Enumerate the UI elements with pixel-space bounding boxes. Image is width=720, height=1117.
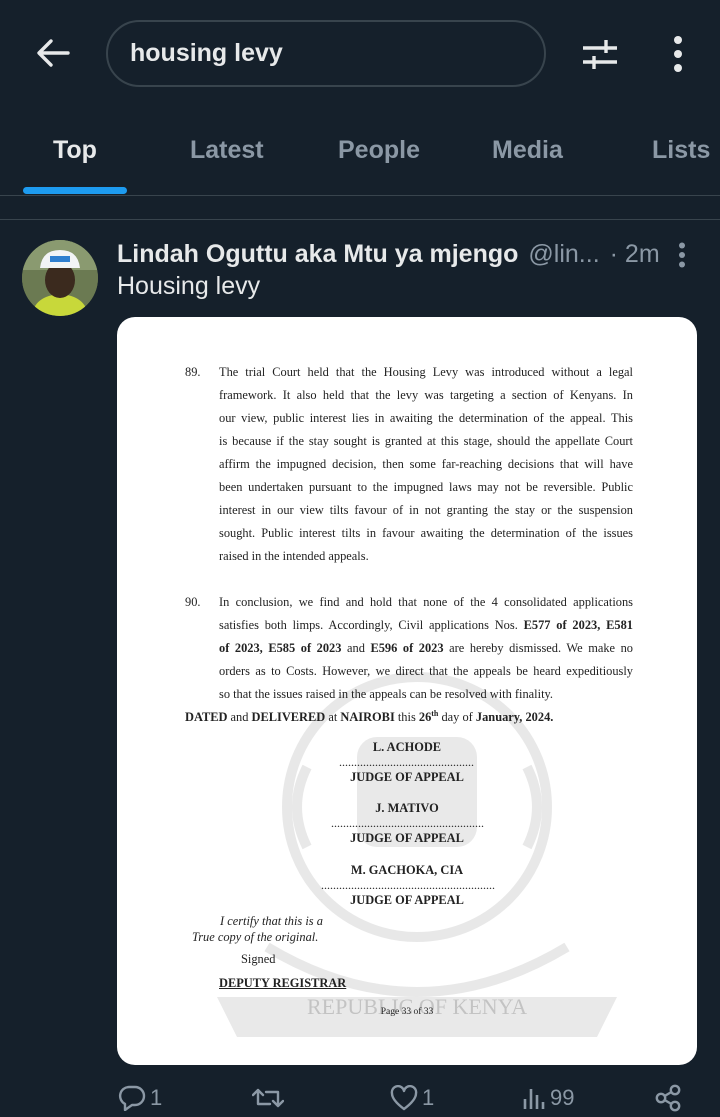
post-text: Housing levy [117, 272, 261, 300]
views-icon [523, 1089, 545, 1109]
judge-title: JUDGE OF APPEAL [350, 893, 464, 907]
document-line: The trial Court held that the Housing Le… [219, 365, 633, 379]
judge-title: JUDGE OF APPEAL [350, 831, 464, 845]
views-button[interactable]: 99 [522, 1078, 574, 1117]
heart-icon [390, 1085, 418, 1111]
author-name[interactable]: Lindah Oguttu aka Mtu ya mjengo [117, 240, 518, 269]
search-header [0, 0, 720, 110]
search-filter-button[interactable] [576, 32, 624, 76]
share-button[interactable] [654, 1078, 682, 1117]
post-image[interactable]: REPUBLIC OF KENYA 89. The trial Court he… [117, 317, 697, 1065]
like-count: 1 [422, 1085, 435, 1110]
post-actions: 1 1 99 [0, 1078, 720, 1117]
page-number: Page 33 of 33 [380, 1007, 434, 1017]
signature-line: ........................................… [331, 816, 484, 830]
signature-line: ........................................… [339, 755, 474, 769]
document-line: raised in the intended appeals. [219, 549, 369, 563]
signed-text: Signed [241, 952, 276, 966]
more-vertical-icon [674, 36, 682, 72]
more-options-button[interactable] [658, 30, 698, 78]
back-arrow-icon [37, 39, 70, 67]
post-time[interactable]: · 2m [610, 240, 660, 269]
document-line: orders as to Costs. However, we direct t… [219, 664, 633, 678]
avatar[interactable] [22, 240, 98, 316]
document-line: In conclusion, we find and hold that non… [219, 595, 633, 609]
document-line: sought. Public interest tilts in favour … [219, 526, 633, 540]
divider [0, 219, 720, 220]
deputy-registrar: DEPUTY REGISTRAR [219, 976, 347, 990]
more-vertical-icon [679, 242, 685, 268]
view-count: 99 [550, 1085, 575, 1110]
document-line: is because if the stay sought is granted… [219, 434, 633, 448]
certify-line-2: True copy of the original. [192, 930, 319, 944]
paragraph-number: 89. [185, 365, 201, 379]
paragraph-90: In conclusion, we find and hold that non… [219, 591, 633, 706]
search-tabs: Top Latest People Media Lists [0, 118, 720, 196]
post-header: Lindah Oguttu aka Mtu ya mjengo @lin... … [117, 236, 660, 272]
share-icon [655, 1084, 681, 1112]
document-line: satisfies both limps. Accordingly, Civil… [219, 618, 633, 632]
reply-icon [118, 1085, 146, 1111]
document-line: so that the issues raised in the appeals… [219, 687, 553, 701]
avatar-image [22, 240, 98, 316]
judge-name: M. GACHOKA, CIA [350, 863, 464, 877]
document-line: of 2023, E585 of 2023 and E596 of 2023 a… [219, 641, 633, 655]
reply-count: 1 [150, 1085, 163, 1110]
paragraph-number: 90. [185, 595, 201, 609]
tab-top[interactable]: Top [53, 118, 97, 196]
sliders-icon [583, 40, 617, 69]
reply-button[interactable]: 1 [118, 1078, 162, 1117]
document-line: framework. It also held that the levy wa… [219, 388, 633, 402]
document-line: affirm the impugned decision, then some … [219, 457, 633, 471]
document-line: been undertaken pursuant to the impugned… [219, 480, 633, 494]
tab-latest[interactable]: Latest [190, 118, 264, 196]
repost-button[interactable] [252, 1078, 288, 1117]
judge-name: L. ACHODE [372, 740, 442, 754]
post-more-button[interactable] [668, 238, 696, 272]
dated-line: DATED and DELIVERED at NAIROBI this 26th… [185, 709, 553, 725]
dated-text: DATED and DELIVERED at NAIROBI this 26th… [185, 709, 554, 725]
search-input[interactable] [130, 39, 520, 68]
tab-lists[interactable]: Lists [652, 118, 710, 196]
repost-icon [252, 1088, 284, 1108]
judge-name: J. MATIVO [375, 801, 439, 815]
search-field[interactable] [106, 20, 546, 87]
tab-people[interactable]: People [338, 118, 420, 196]
document-line: our view, public interest lies in awaiti… [219, 411, 633, 425]
author-handle[interactable]: @lin... [528, 240, 599, 269]
document-line: interest in our view tilts favour of in … [219, 503, 633, 517]
active-tab-indicator [23, 187, 127, 194]
judge-title: JUDGE OF APPEAL [350, 770, 464, 784]
like-button[interactable]: 1 [390, 1078, 434, 1117]
tab-media[interactable]: Media [492, 118, 563, 196]
paragraph-89: The trial Court held that the Housing Le… [219, 361, 633, 568]
certify-line-1: I certify that this is a [220, 914, 323, 928]
signature-line: ........................................… [321, 878, 495, 892]
back-button[interactable] [30, 30, 76, 76]
